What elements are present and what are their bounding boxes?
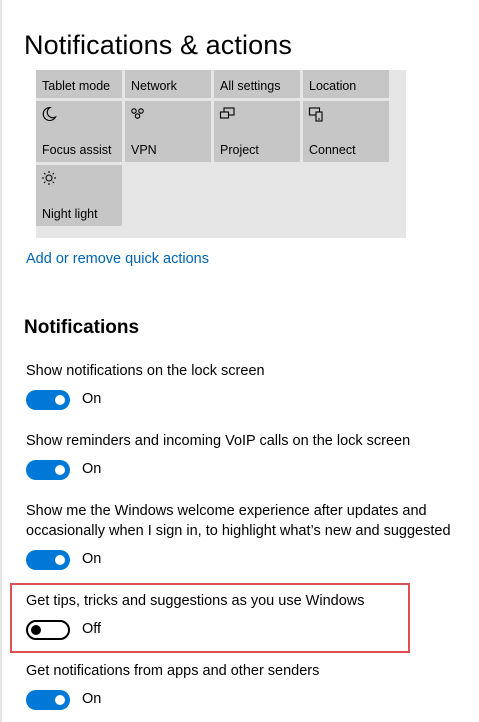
toggle-knob bbox=[55, 555, 65, 565]
toggle-knob bbox=[55, 695, 65, 705]
toggle-state-label: On bbox=[82, 391, 102, 407]
notifications-section-title: Notifications bbox=[24, 317, 140, 338]
tile-label: Location bbox=[309, 79, 357, 93]
tile-label: Network bbox=[131, 79, 177, 93]
tile-tablet-mode[interactable]: Tablet mode bbox=[36, 70, 122, 98]
setting-label-app-notifications: Get notifications from apps and other se… bbox=[26, 663, 320, 679]
sun-icon bbox=[41, 170, 57, 186]
tile-night-light[interactable]: Night light bbox=[36, 165, 122, 226]
tile-label: Night light bbox=[42, 207, 98, 221]
toggle-app-notifications[interactable] bbox=[26, 690, 70, 710]
toggle-state-label: On bbox=[82, 691, 102, 707]
toggle-knob bbox=[31, 625, 41, 635]
toggle-reminders-voip[interactable] bbox=[26, 460, 70, 480]
tile-label: Focus assist bbox=[42, 143, 112, 157]
setting-label-reminders-voip: Show reminders and incoming VoIP calls o… bbox=[26, 433, 411, 449]
add-remove-quick-actions-link[interactable]: Add or remove quick actions bbox=[26, 251, 209, 267]
tile-location[interactable]: Location bbox=[303, 70, 389, 98]
tile-label: All settings bbox=[220, 79, 281, 93]
tile-focus-assist[interactable]: Focus assist bbox=[36, 101, 122, 162]
tile-label: Project bbox=[220, 143, 259, 157]
tile-label: VPN bbox=[131, 143, 157, 157]
tile-label: Tablet mode bbox=[42, 79, 111, 93]
toggle-knob bbox=[55, 465, 65, 475]
tile-connect[interactable]: Connect bbox=[303, 101, 389, 162]
setting-label-welcome-experience-line1: Show me the Windows welcome experience a… bbox=[26, 503, 427, 519]
toggle-state-label: Off bbox=[82, 621, 102, 637]
left-edge-divider bbox=[0, 0, 2, 722]
setting-label-tips-tricks: Get tips, tricks and suggestions as you … bbox=[26, 593, 365, 609]
page-title: Notifications & actions bbox=[24, 30, 292, 60]
tile-all-settings[interactable]: All settings bbox=[214, 70, 300, 98]
toggle-tips-tricks[interactable] bbox=[26, 620, 70, 640]
setting-label-welcome-experience-line2: occasionally when I sign in, to highligh… bbox=[26, 523, 451, 539]
toggle-welcome-experience[interactable] bbox=[26, 550, 70, 570]
toggle-state-label: On bbox=[82, 461, 102, 477]
toggle-state-label: On bbox=[82, 551, 102, 567]
quick-actions-panel: Tablet mode Network All settings Locatio… bbox=[36, 70, 406, 238]
connect-icon bbox=[308, 106, 324, 122]
tile-label: Connect bbox=[309, 143, 356, 157]
toggle-lock-screen-notifications[interactable] bbox=[26, 390, 70, 410]
tile-project[interactable]: Project bbox=[214, 101, 300, 162]
project-icon bbox=[219, 106, 235, 122]
setting-label-lock-screen-notifications: Show notifications on the lock screen bbox=[26, 363, 265, 379]
tile-network[interactable]: Network bbox=[125, 70, 211, 98]
vpn-icon bbox=[130, 106, 146, 122]
tile-vpn[interactable]: VPN bbox=[125, 101, 211, 162]
toggle-knob bbox=[55, 395, 65, 405]
moon-icon bbox=[41, 106, 57, 122]
